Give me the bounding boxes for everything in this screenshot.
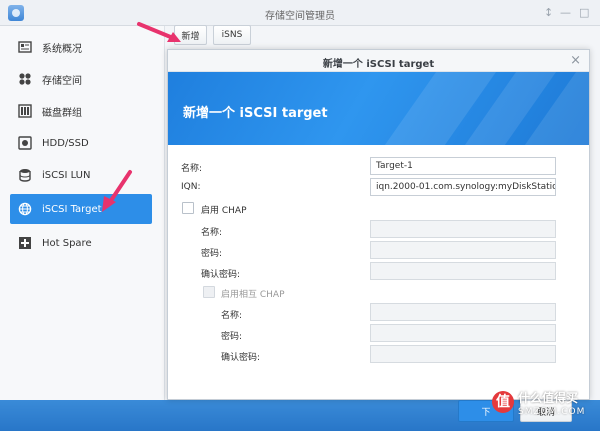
overview-icon bbox=[18, 40, 32, 54]
chap-confirm-input[interactable] bbox=[370, 262, 556, 280]
sidebar-item-storage[interactable]: 存储空间 bbox=[10, 64, 152, 94]
dialog-banner: 新增一个 iSCSI target bbox=[168, 72, 589, 145]
hot-spare-icon bbox=[18, 236, 32, 250]
watermark-line2: SMZDM.COM bbox=[518, 407, 586, 417]
window-title: 存储空间管理员 bbox=[265, 11, 335, 22]
storage-icon bbox=[18, 72, 32, 86]
smzdm-logo-icon: 值 bbox=[492, 391, 514, 413]
enable-mutual-chap-label: 启用相互 CHAP bbox=[221, 290, 285, 300]
enable-chap-checkbox[interactable] bbox=[182, 202, 194, 214]
sidebar-item-label: iSCSI Target bbox=[42, 203, 102, 215]
mutual-chap-name-label: 名称: bbox=[221, 311, 243, 321]
target-name-input[interactable]: Target-1 bbox=[370, 157, 556, 175]
isns-button[interactable]: iSNS bbox=[213, 25, 251, 45]
disk-group-icon bbox=[18, 104, 32, 118]
hdd-icon bbox=[18, 136, 32, 150]
pin-icon[interactable]: ↕ bbox=[544, 6, 553, 19]
enable-mutual-chap-checkbox[interactable] bbox=[203, 286, 215, 298]
maximize-icon[interactable]: □ bbox=[579, 6, 589, 19]
mutual-chap-confirm-label: 确认密码: bbox=[221, 353, 261, 363]
create-target-dialog: 新增一个 iSCSI target × 新增一个 iSCSI target 名称… bbox=[167, 49, 590, 400]
sidebar-item-disk-group[interactable]: 磁盘群组 bbox=[10, 96, 152, 126]
chap-confirm-label: 确认密码: bbox=[201, 270, 241, 280]
iqn-label: IQN: bbox=[181, 182, 201, 192]
enable-chap-label: 启用 CHAP bbox=[201, 206, 247, 216]
iqn-input[interactable]: iqn.2000-01.com.synology:myDiskStation.T… bbox=[370, 178, 556, 196]
lun-icon bbox=[18, 168, 32, 182]
name-label: 名称: bbox=[181, 164, 203, 174]
mutual-chap-password-input[interactable] bbox=[370, 324, 556, 342]
sidebar-item-label: 系统概况 bbox=[42, 43, 82, 55]
sidebar-item-label: 存储空间 bbox=[42, 75, 82, 87]
sidebar-item-label: Hot Spare bbox=[42, 237, 92, 249]
chap-name-input[interactable] bbox=[370, 220, 556, 238]
banner-title: 新增一个 iSCSI target bbox=[183, 106, 328, 121]
chap-password-input[interactable] bbox=[370, 241, 556, 259]
watermark-line1: 什么值得买 bbox=[518, 391, 579, 405]
annotation-arrow-iscsi-target bbox=[102, 170, 132, 212]
storage-manager-window: 存储空间管理员 ↕ — □ 系统概况 存储空间 磁盘群组 HDD/SSD iSC… bbox=[0, 0, 600, 422]
minimize-icon[interactable]: — bbox=[560, 6, 571, 19]
annotation-arrow-create bbox=[137, 22, 181, 42]
sidebar-item-label: 磁盘群组 bbox=[42, 107, 82, 119]
mutual-chap-confirm-input[interactable] bbox=[370, 345, 556, 363]
dialog-title: 新增一个 iSCSI target bbox=[322, 59, 435, 70]
sidebar: 系统概况 存储空间 磁盘群组 HDD/SSD iSCSI LUN iSCSI T… bbox=[0, 26, 165, 400]
globe-icon bbox=[18, 202, 32, 216]
chap-name-label: 名称: bbox=[201, 228, 223, 238]
smzdm-watermark: 值 什么值得买 SMZDM.COM bbox=[492, 389, 592, 425]
sidebar-item-hot-spare[interactable]: Hot Spare bbox=[10, 228, 152, 258]
sidebar-item-hdd-ssd[interactable]: HDD/SSD bbox=[10, 128, 152, 158]
sidebar-item-label: iSCSI LUN bbox=[42, 169, 91, 181]
sidebar-item-overview[interactable]: 系统概况 bbox=[10, 32, 152, 62]
mutual-chap-name-input[interactable] bbox=[370, 303, 556, 321]
close-icon[interactable]: × bbox=[570, 53, 581, 68]
window-titlebar[interactable]: 存储空间管理员 ↕ — □ bbox=[0, 0, 600, 26]
chap-password-label: 密码: bbox=[201, 249, 223, 259]
dialog-titlebar[interactable]: 新增一个 iSCSI target × bbox=[168, 50, 589, 72]
mutual-chap-password-label: 密码: bbox=[221, 332, 243, 342]
sidebar-item-label: HDD/SSD bbox=[42, 137, 89, 149]
